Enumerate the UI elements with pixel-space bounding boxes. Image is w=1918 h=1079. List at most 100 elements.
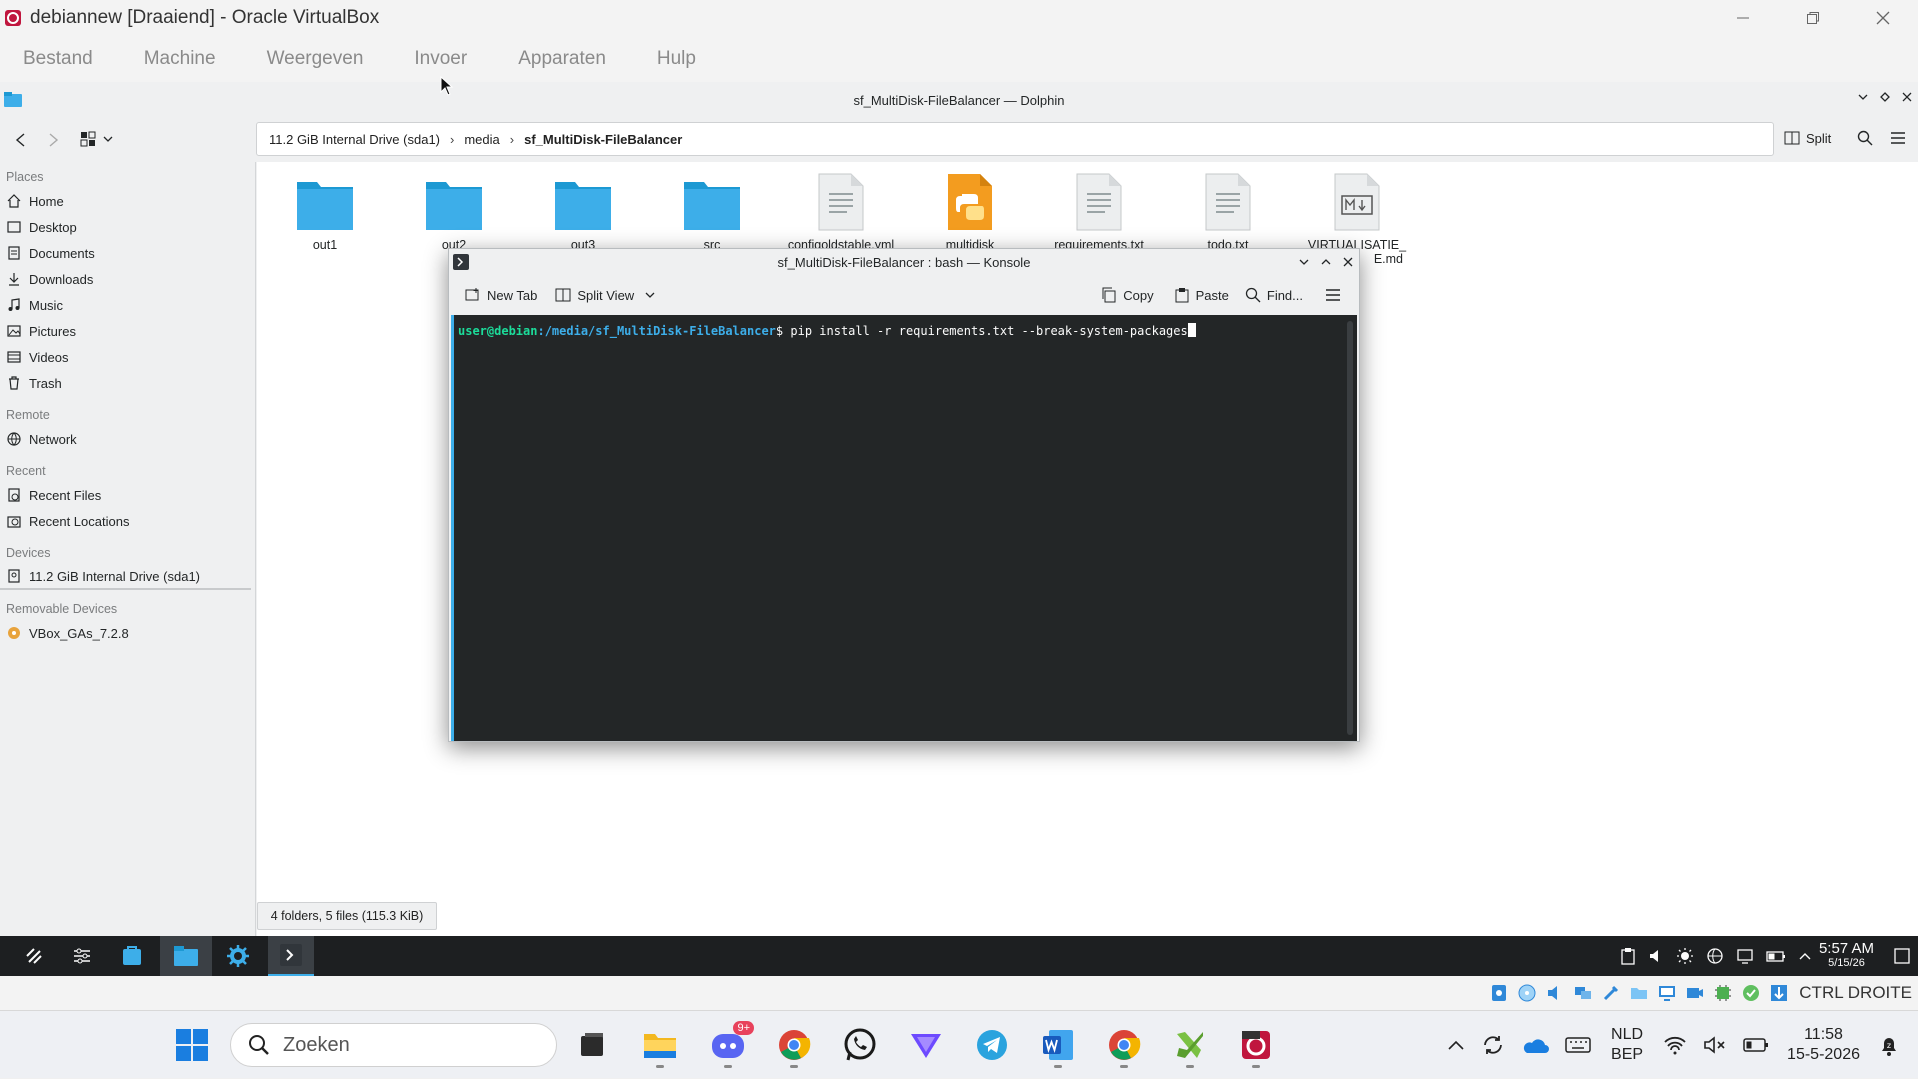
place-home[interactable]: Home: [0, 188, 255, 214]
minimize-button[interactable]: [1708, 0, 1778, 36]
place-documents[interactable]: Documents: [0, 240, 255, 266]
konsole-window[interactable]: sf_MultiDisk-FileBalancer : bash — Konso…: [448, 248, 1360, 742]
restore-button[interactable]: [1778, 0, 1848, 36]
menu-bestand[interactable]: Bestand: [23, 48, 93, 70]
file-item-out1[interactable]: out1: [269, 170, 381, 252]
network-adapter-status-icon[interactable]: [1572, 982, 1594, 1004]
place-network[interactable]: Network: [0, 426, 255, 452]
dolphin-close-icon[interactable]: [1902, 92, 1912, 102]
new-tab-button[interactable]: New Tab: [459, 287, 543, 303]
terminal-scrollbar[interactable]: [1347, 321, 1353, 735]
hamburger-menu-icon[interactable]: [1890, 131, 1906, 145]
keyboard-icon[interactable]: [1565, 1036, 1591, 1054]
word-icon[interactable]: [1034, 1021, 1082, 1069]
menu-weergeven[interactable]: Weergeven: [267, 48, 364, 70]
task-view-icon[interactable]: [568, 1021, 616, 1069]
place-videos[interactable]: Videos: [0, 344, 255, 370]
file-item-out3[interactable]: out3: [527, 170, 639, 252]
onedrive-icon[interactable]: [1521, 1035, 1550, 1055]
audio-status-icon[interactable]: [1544, 982, 1566, 1004]
sync-icon[interactable]: [1481, 1033, 1505, 1057]
file-item-src[interactable]: src: [656, 170, 768, 252]
dolphin-maximize-icon[interactable]: [1880, 92, 1890, 102]
optical-drive-status-icon[interactable]: [1516, 982, 1538, 1004]
place-vbox-gas[interactable]: VBox_GAs_7.2.8: [0, 620, 255, 646]
place-internal-drive[interactable]: 11.2 GiB Internal Drive (sda1): [0, 564, 251, 590]
guest-additions-status-icon[interactable]: [1740, 982, 1762, 1004]
konsole-task-icon[interactable]: [268, 936, 314, 976]
file-explorer-icon[interactable]: [636, 1021, 684, 1069]
shared-folders-status-icon[interactable]: [1628, 982, 1650, 1004]
menu-machine[interactable]: Machine: [144, 48, 216, 70]
split-view-button[interactable]: Split View: [549, 287, 668, 303]
chrome-profile-icon[interactable]: [1100, 1021, 1148, 1069]
display-icon[interactable]: [1736, 947, 1754, 965]
konsole-minimize-icon[interactable]: [1299, 257, 1309, 267]
battery-icon[interactable]: [1766, 947, 1786, 965]
breadcrumb-drive[interactable]: 11.2 GiB Internal Drive (sda1): [269, 132, 440, 147]
search-icon[interactable]: [1857, 130, 1873, 146]
volume-muted-icon[interactable]: [1703, 1035, 1727, 1055]
konsole-menu-button[interactable]: [1319, 288, 1353, 302]
usb-status-icon[interactable]: [1600, 982, 1622, 1004]
guest-clock[interactable]: 5:57 AM 5/15/26: [1819, 940, 1874, 969]
file-item-configoldstable[interactable]: configoldstable.yml: [785, 170, 897, 252]
hard-disk-status-icon[interactable]: [1488, 982, 1510, 1004]
tray-expand-icon[interactable]: [1798, 947, 1812, 965]
terminal-area[interactable]: user@debian:/media/sf_MultiDisk-FileBala…: [451, 315, 1357, 741]
show-desktop-icon[interactable]: [1894, 948, 1910, 964]
place-desktop[interactable]: Desktop: [0, 214, 255, 240]
virtualbox-task-icon[interactable]: [1232, 1021, 1280, 1069]
windows-start-icon[interactable]: [168, 1021, 216, 1069]
menu-apparaten[interactable]: Apparaten: [518, 48, 606, 70]
view-mode-icon[interactable]: [80, 131, 116, 147]
breadcrumb[interactable]: 11.2 GiB Internal Drive (sda1) › media ›…: [256, 122, 1774, 156]
dolphin-task-icon[interactable]: [160, 936, 212, 976]
breadcrumb-media[interactable]: media: [464, 132, 499, 147]
notification-bell-icon[interactable]: z: [1878, 1033, 1900, 1057]
konsole-close-icon[interactable]: [1343, 257, 1353, 267]
find-button[interactable]: Find...: [1239, 287, 1309, 303]
file-item-todo[interactable]: todo.txt: [1172, 170, 1284, 252]
display-status-icon[interactable]: [1656, 982, 1678, 1004]
telegram-icon[interactable]: [968, 1021, 1016, 1069]
mouse-integration-status-icon[interactable]: [1768, 982, 1790, 1004]
menu-invoer[interactable]: Invoer: [414, 48, 467, 70]
forward-icon[interactable]: [46, 132, 60, 148]
dolphin-minimize-icon[interactable]: [1858, 92, 1868, 102]
file-item-requirements[interactable]: requirements.txt: [1043, 170, 1155, 252]
battery-status-icon[interactable]: [1743, 1037, 1769, 1053]
visual-studio-icon[interactable]: [1166, 1021, 1214, 1069]
chrome-icon[interactable]: [770, 1021, 818, 1069]
clipboard-icon[interactable]: [1620, 947, 1636, 965]
language-indicator[interactable]: NLD BEP: [1611, 1025, 1643, 1065]
recording-status-icon[interactable]: [1684, 982, 1706, 1004]
host-key-label[interactable]: CTRL DROITE: [1799, 983, 1912, 1003]
app-launcher-icon[interactable]: [12, 936, 56, 976]
place-pictures[interactable]: Pictures: [0, 318, 255, 344]
place-downloads[interactable]: Downloads: [0, 266, 255, 292]
settings-gear-task-icon[interactable]: [216, 936, 260, 976]
split-button[interactable]: Split: [1784, 130, 1831, 146]
file-item-multidisk[interactable]: multidisk: [914, 170, 1026, 252]
cpu-status-icon[interactable]: [1712, 982, 1734, 1004]
menu-hulp[interactable]: Hulp: [657, 48, 696, 70]
network-status-icon[interactable]: [1706, 947, 1724, 965]
wifi-icon[interactable]: [1663, 1035, 1687, 1055]
windows-search-box[interactable]: Zoeken: [230, 1023, 557, 1067]
file-item-out2[interactable]: out2: [398, 170, 510, 252]
volume-icon[interactable]: [1648, 947, 1664, 965]
back-icon[interactable]: [14, 132, 28, 148]
copy-button[interactable]: Copy: [1095, 287, 1159, 303]
place-music[interactable]: Music: [0, 292, 255, 318]
konsole-maximize-icon[interactable]: [1321, 257, 1331, 267]
place-recent-locations[interactable]: Recent Locations: [0, 508, 255, 534]
place-trash[interactable]: Trash: [0, 370, 255, 396]
proton-vpn-icon[interactable]: [902, 1021, 950, 1069]
system-settings-task-icon[interactable]: [60, 936, 104, 976]
breadcrumb-current[interactable]: sf_MultiDisk-FileBalancer: [524, 132, 682, 147]
place-recent-files[interactable]: Recent Files: [0, 482, 255, 508]
chevron-up-icon[interactable]: [1447, 1038, 1465, 1052]
brightness-icon[interactable]: [1676, 947, 1694, 965]
discover-task-icon[interactable]: [110, 936, 154, 976]
